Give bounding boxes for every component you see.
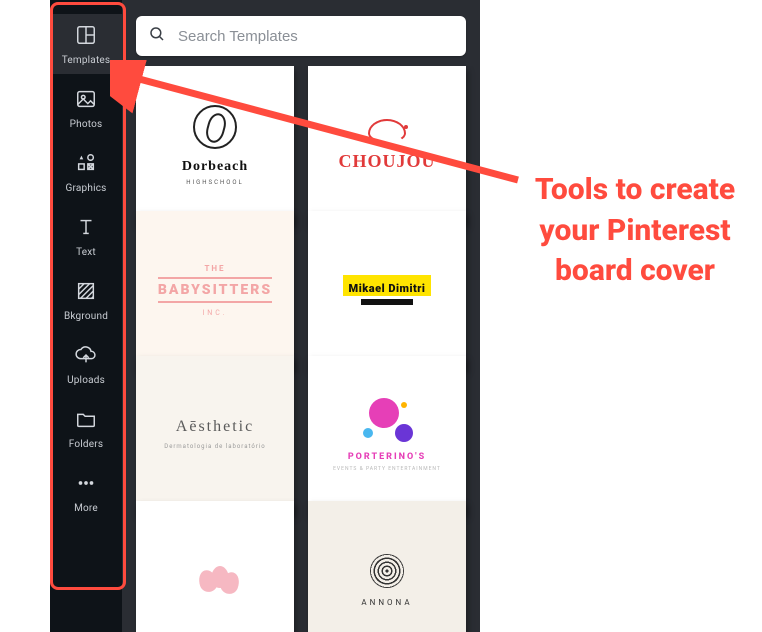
text-icon bbox=[75, 216, 97, 242]
logo-icon bbox=[193, 105, 237, 149]
template-title: BABYSITTERS bbox=[158, 277, 272, 303]
sidebar-item-label: More bbox=[74, 503, 98, 514]
sidebar-item-text[interactable]: Text bbox=[50, 206, 122, 266]
sidebar-item-label: Uploads bbox=[67, 375, 105, 386]
template-subtitle: HIGHSCHOOL bbox=[186, 179, 244, 186]
logo-bar bbox=[361, 299, 413, 305]
template-card[interactable]: CHOUJOU bbox=[308, 66, 466, 224]
sidebar-item-templates[interactable]: Templates bbox=[50, 14, 122, 74]
template-subtitle: INC. bbox=[202, 309, 227, 317]
template-card[interactable]: Aēsthetic Dermatologia de laboratório bbox=[136, 356, 294, 514]
sidebar-item-photos[interactable]: Photos bbox=[50, 78, 122, 138]
template-title: Mikael Dimitri bbox=[349, 282, 426, 295]
template-title: CHOUJOU bbox=[339, 151, 436, 172]
template-card[interactable]: THE BABYSITTERS INC. bbox=[136, 211, 294, 369]
logo-icon bbox=[368, 119, 406, 143]
sidebar-item-more[interactable]: More bbox=[50, 462, 122, 522]
sidebar-item-label: Bkground bbox=[64, 311, 108, 322]
sidebar-item-graphics[interactable]: Graphics bbox=[50, 142, 122, 202]
search-input[interactable] bbox=[176, 27, 454, 46]
template-subtitle: Dermatologia de laboratório bbox=[164, 443, 265, 451]
templates-icon bbox=[75, 24, 97, 50]
template-title: ANNONA bbox=[361, 598, 412, 607]
search-bar[interactable] bbox=[136, 16, 466, 56]
templates-panel: Dorbeach HIGHSCHOOL CHOUJOU THE BABYSITT… bbox=[122, 0, 480, 632]
template-card[interactable]: Mikael Dimitri bbox=[308, 211, 466, 369]
logo-icon bbox=[370, 554, 404, 588]
sidebar-item-label: Photos bbox=[70, 119, 103, 130]
folders-icon bbox=[75, 408, 97, 434]
sidebar-item-label: Text bbox=[76, 247, 96, 258]
background-icon bbox=[75, 280, 97, 306]
more-icon bbox=[75, 472, 97, 498]
template-subtitle: EVENTS & PARTY ENTERTAINMENT bbox=[333, 466, 441, 472]
sidebar-item-label: Templates bbox=[62, 55, 111, 66]
photos-icon bbox=[75, 88, 97, 114]
templates-grid: Dorbeach HIGHSCHOOL CHOUJOU THE BABYSITT… bbox=[122, 66, 480, 632]
tools-sidebar: Templates Photos Graphics Text bbox=[50, 0, 122, 632]
template-card[interactable]: PORTERINO'S EVENTS & PARTY ENTERTAINMENT bbox=[308, 356, 466, 514]
template-card[interactable] bbox=[136, 501, 294, 632]
template-card[interactable]: ANNONA bbox=[308, 501, 466, 632]
sidebar-item-label: Folders bbox=[69, 439, 103, 450]
design-editor-app: Templates Photos Graphics Text bbox=[50, 0, 480, 632]
sidebar-item-folders[interactable]: Folders bbox=[50, 398, 122, 458]
sidebar-item-background[interactable]: Bkground bbox=[50, 270, 122, 330]
uploads-icon bbox=[75, 344, 97, 370]
search-icon bbox=[148, 25, 166, 47]
template-title: PORTERINO'S bbox=[348, 452, 426, 462]
logo-icon bbox=[357, 398, 417, 444]
logo-icon bbox=[193, 562, 237, 598]
sidebar-item-uploads[interactable]: Uploads bbox=[50, 334, 122, 394]
template-title: Dorbeach bbox=[182, 159, 248, 175]
sidebar-item-label: Graphics bbox=[66, 183, 107, 194]
annotation-text: Tools to create your Pinterest board cov… bbox=[520, 170, 750, 292]
graphics-icon bbox=[75, 152, 97, 178]
template-overline: THE bbox=[204, 264, 225, 273]
template-title: Aēsthetic bbox=[176, 418, 254, 436]
template-card[interactable]: Dorbeach HIGHSCHOOL bbox=[136, 66, 294, 224]
